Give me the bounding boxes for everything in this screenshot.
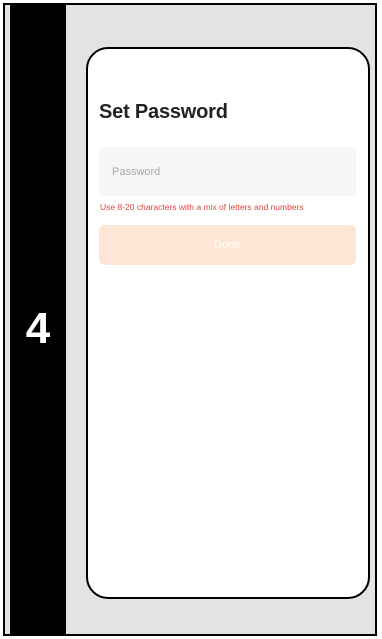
password-hint: Use 8-20 characters with a mix of letter… xyxy=(100,202,304,212)
password-input[interactable]: Password xyxy=(99,147,356,196)
page-title: Set Password xyxy=(99,101,228,123)
done-button-label: Done xyxy=(214,239,241,251)
step-indicator-strip: 4 xyxy=(10,5,66,636)
done-button[interactable]: Done xyxy=(99,225,356,265)
password-placeholder: Password xyxy=(112,165,161,178)
phone-screen: Set Password Password Use 8-20 character… xyxy=(86,47,370,599)
step-number: 4 xyxy=(25,304,51,353)
